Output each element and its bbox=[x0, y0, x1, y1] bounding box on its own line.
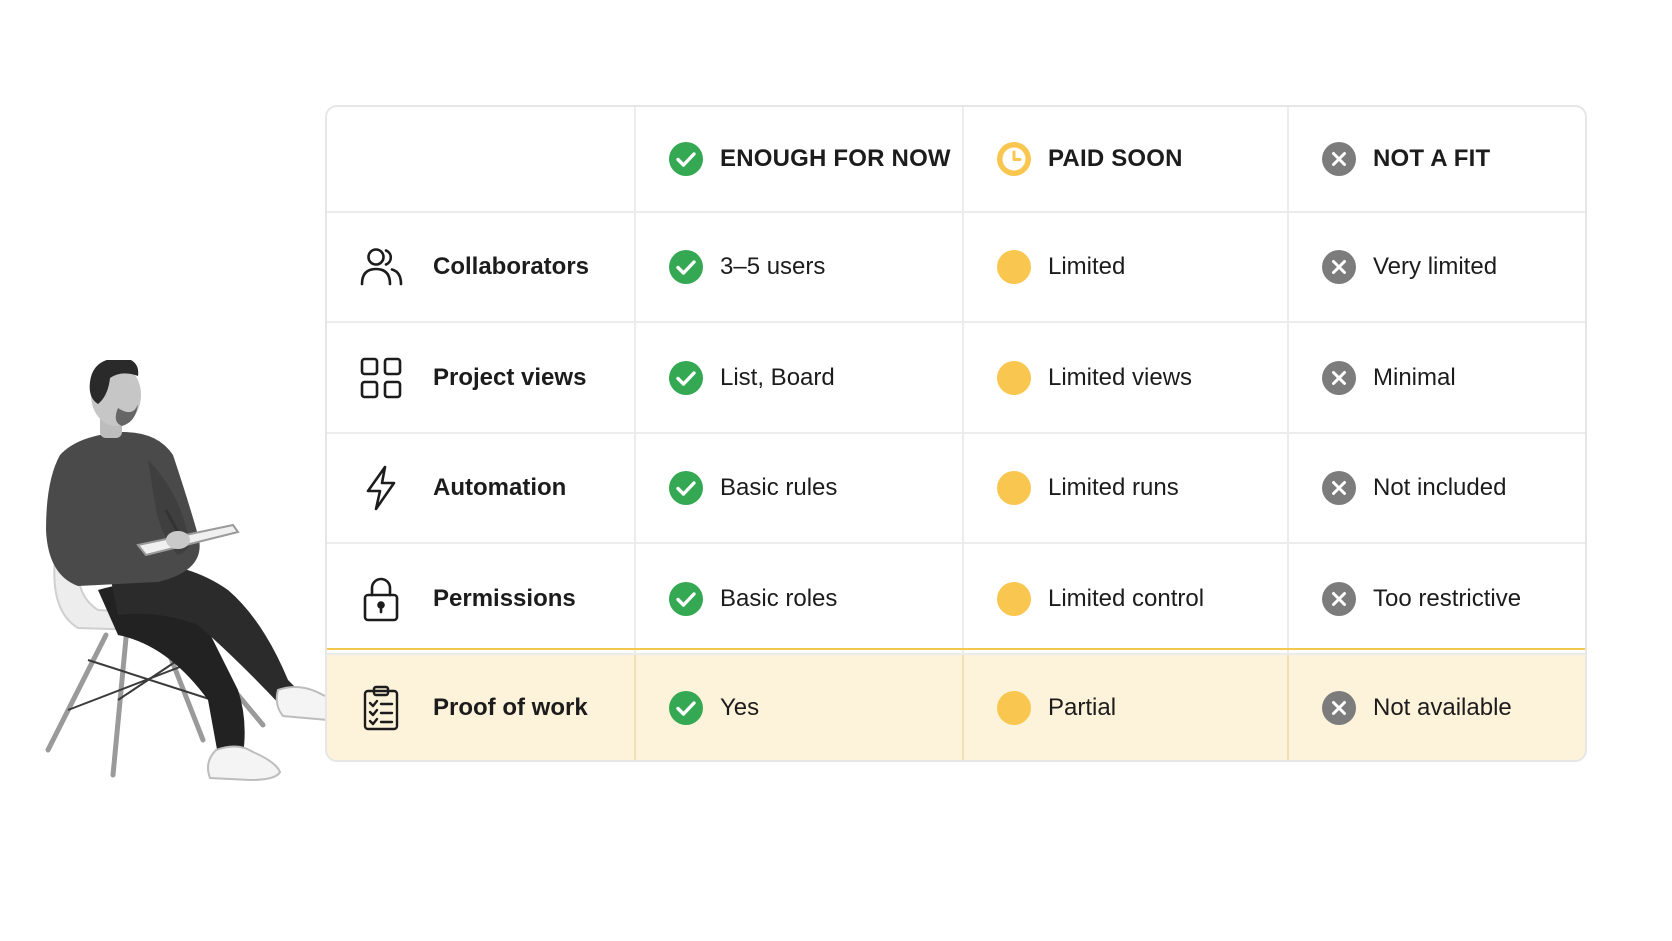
check-circle-icon bbox=[668, 581, 704, 617]
x-circle-icon bbox=[1321, 249, 1357, 285]
value-cell: Limited bbox=[964, 213, 1289, 323]
clipboard-checklist-icon bbox=[355, 682, 407, 734]
feature-cell-collaborators: Collaborators bbox=[327, 213, 636, 323]
value-cell: Very limited bbox=[1289, 213, 1585, 323]
value-cell: Limited views bbox=[964, 323, 1289, 434]
x-circle-icon bbox=[1321, 141, 1357, 177]
value-text: Not available bbox=[1373, 693, 1512, 721]
check-circle-icon bbox=[668, 141, 704, 177]
users-icon bbox=[355, 241, 407, 293]
feature-cell-project-views: Project views bbox=[327, 323, 636, 434]
value-text: Too restrictive bbox=[1373, 584, 1522, 612]
value-text: Yes bbox=[720, 693, 760, 721]
value-text: Limited runs bbox=[1048, 474, 1179, 501]
feature-label: Collaborators bbox=[433, 253, 590, 280]
value-cell: Not available bbox=[1289, 655, 1585, 760]
yellow-dot-icon bbox=[996, 690, 1032, 726]
feature-label: Proof of work bbox=[433, 693, 588, 721]
feature-cell-proof-of-work: Proof of work bbox=[327, 655, 636, 760]
feature-label: Project views bbox=[433, 363, 587, 391]
column-header-not-a-fit: NOT A FIT bbox=[1289, 107, 1585, 213]
value-cell: Limited control bbox=[964, 544, 1289, 655]
value-cell: Basic rules bbox=[636, 434, 964, 544]
value-cell: Partial bbox=[964, 655, 1289, 760]
value-text: Very limited bbox=[1373, 253, 1498, 280]
x-circle-icon bbox=[1321, 360, 1357, 396]
value-text: Basic roles bbox=[720, 584, 838, 612]
feature-cell-automation: Automation bbox=[327, 434, 636, 544]
column-header-label: NOT A FIT bbox=[1373, 145, 1491, 172]
grid-icon bbox=[355, 352, 407, 404]
yellow-dot-icon bbox=[996, 470, 1032, 506]
value-text: Basic rules bbox=[720, 474, 838, 501]
value-text: 3–5 users bbox=[720, 253, 826, 280]
column-header-label: PAID SOON bbox=[1048, 145, 1183, 172]
yellow-dot-icon bbox=[996, 581, 1032, 617]
lightning-icon bbox=[355, 462, 407, 514]
value-cell: Not included bbox=[1289, 434, 1585, 544]
x-circle-icon bbox=[1321, 470, 1357, 506]
value-text: Not included bbox=[1373, 474, 1507, 501]
value-cell: Limited runs bbox=[964, 434, 1289, 544]
yellow-dot-icon bbox=[996, 249, 1032, 285]
value-cell: Too restrictive bbox=[1289, 544, 1585, 655]
check-circle-icon bbox=[668, 470, 704, 506]
lock-icon bbox=[355, 573, 407, 625]
check-circle-icon bbox=[668, 249, 704, 285]
value-cell: Basic roles bbox=[636, 544, 964, 655]
clock-icon bbox=[996, 141, 1032, 177]
value-cell: Yes bbox=[636, 655, 964, 760]
column-header-paid-soon: PAID SOON bbox=[964, 107, 1289, 213]
value-text: Limited views bbox=[1048, 363, 1193, 391]
check-circle-icon bbox=[668, 690, 704, 726]
comparison-table: ENOUGH FOR NOW PAID SOON NOT A FIT Colla… bbox=[325, 105, 1587, 762]
feature-cell-permissions: Permissions bbox=[327, 544, 636, 655]
value-text: List, Board bbox=[720, 363, 835, 391]
value-text: Limited control bbox=[1048, 584, 1205, 612]
value-text: Partial bbox=[1048, 693, 1117, 721]
value-text: Minimal bbox=[1373, 363, 1456, 391]
feature-label: Permissions bbox=[433, 584, 576, 612]
yellow-dot-icon bbox=[996, 360, 1032, 396]
value-cell: Minimal bbox=[1289, 323, 1585, 434]
check-circle-icon bbox=[668, 360, 704, 396]
x-circle-icon bbox=[1321, 690, 1357, 726]
header-empty-cell bbox=[327, 107, 636, 213]
value-cell: 3–5 users bbox=[636, 213, 964, 323]
feature-label: Automation bbox=[433, 474, 567, 501]
column-header-label: ENOUGH FOR NOW bbox=[720, 145, 951, 172]
value-cell: List, Board bbox=[636, 323, 964, 434]
x-circle-icon bbox=[1321, 581, 1357, 617]
column-header-enough-for-now: ENOUGH FOR NOW bbox=[636, 107, 964, 213]
value-text: Limited bbox=[1048, 253, 1126, 280]
